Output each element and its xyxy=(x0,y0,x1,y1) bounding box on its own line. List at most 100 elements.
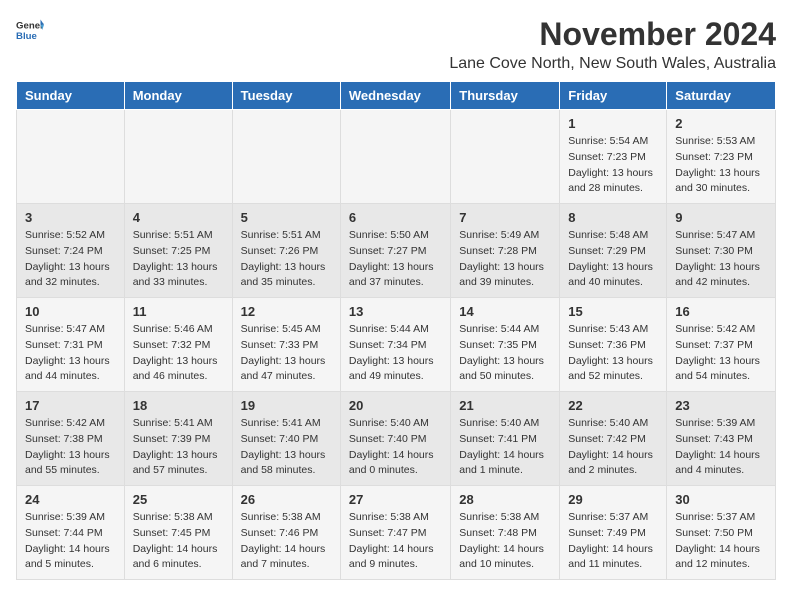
day-number: 14 xyxy=(459,304,551,319)
calendar-cell: 19 Sunrise: 5:41 AM Sunset: 7:40 PM Dayli… xyxy=(232,392,340,486)
location-title: Lane Cove North, New South Wales, Austra… xyxy=(449,55,776,73)
day-number: 5 xyxy=(241,210,332,225)
day-info: Sunrise: 5:40 AM Sunset: 7:41 PM Dayligh… xyxy=(459,416,551,479)
day-number: 29 xyxy=(568,492,658,507)
week-row-3: 10 Sunrise: 5:47 AM Sunset: 7:31 PM Dayli… xyxy=(17,298,776,392)
week-row-5: 24 Sunrise: 5:39 AM Sunset: 7:44 PM Dayli… xyxy=(17,486,776,580)
day-number: 6 xyxy=(349,210,442,225)
calendar-cell: 4 Sunrise: 5:51 AM Sunset: 7:25 PM Daylig… xyxy=(124,204,232,298)
weekday-header-thursday: Thursday xyxy=(451,82,560,110)
calendar-cell: 22Sunrise: 5:40 AM Sunset: 7:42 PM Dayli… xyxy=(560,392,667,486)
calendar-cell: 6 Sunrise: 5:50 AM Sunset: 7:27 PM Daylig… xyxy=(340,204,450,298)
calendar-cell: 24 Sunrise: 5:39 AM Sunset: 7:44 PM Dayli… xyxy=(17,486,125,580)
weekday-header-row: SundayMondayTuesdayWednesdayThursdayFrid… xyxy=(17,82,776,110)
calendar-cell: 3 Sunrise: 5:52 AM Sunset: 7:24 PM Daylig… xyxy=(17,204,125,298)
day-info: Sunrise: 5:37 AM Sunset: 7:50 PM Dayligh… xyxy=(675,510,767,573)
calendar-cell xyxy=(124,110,232,204)
day-info: Sunrise: 5:41 AM Sunset: 7:40 PM Dayligh… xyxy=(241,416,332,479)
day-info: Sunrise: 5:42 AM Sunset: 7:37 PM Dayligh… xyxy=(675,322,767,385)
calendar-cell: 17Sunrise: 5:42 AM Sunset: 7:38 PM Dayli… xyxy=(17,392,125,486)
weekday-header-wednesday: Wednesday xyxy=(340,82,450,110)
calendar-cell: 25 Sunrise: 5:38 AM Sunset: 7:45 PM Dayli… xyxy=(124,486,232,580)
calendar-cell: 28 Sunrise: 5:38 AM Sunset: 7:48 PM Dayli… xyxy=(451,486,560,580)
day-info: Sunrise: 5:38 AM Sunset: 7:45 PM Dayligh… xyxy=(133,510,224,573)
calendar-cell: 18Sunrise: 5:41 AM Sunset: 7:39 PM Dayli… xyxy=(124,392,232,486)
svg-text:Blue: Blue xyxy=(16,31,37,42)
calendar-cell: 9Sunrise: 5:47 AM Sunset: 7:30 PM Daylig… xyxy=(667,204,776,298)
day-info: Sunrise: 5:38 AM Sunset: 7:47 PM Dayligh… xyxy=(349,510,442,573)
calendar-cell: 1 Sunrise: 5:54 AM Sunset: 7:23 PM Daylig… xyxy=(560,110,667,204)
svg-text:General: General xyxy=(16,20,44,31)
title-area: November 2024 Lane Cove North, New South… xyxy=(449,16,776,73)
day-info: Sunrise: 5:54 AM Sunset: 7:23 PM Dayligh… xyxy=(568,134,658,197)
day-number: 30 xyxy=(675,492,767,507)
calendar-cell: 15 Sunrise: 5:43 AM Sunset: 7:36 PM Dayli… xyxy=(560,298,667,392)
day-number: 28 xyxy=(459,492,551,507)
calendar-cell: 2Sunrise: 5:53 AM Sunset: 7:23 PM Daylig… xyxy=(667,110,776,204)
day-number: 4 xyxy=(133,210,224,225)
calendar-cell: 14 Sunrise: 5:44 AM Sunset: 7:35 PM Dayli… xyxy=(451,298,560,392)
week-row-1: 1 Sunrise: 5:54 AM Sunset: 7:23 PM Daylig… xyxy=(17,110,776,204)
day-info: Sunrise: 5:39 AM Sunset: 7:43 PM Dayligh… xyxy=(675,416,767,479)
day-info: Sunrise: 5:40 AM Sunset: 7:42 PM Dayligh… xyxy=(568,416,658,479)
calendar-cell: 10 Sunrise: 5:47 AM Sunset: 7:31 PM Dayli… xyxy=(17,298,125,392)
day-number: 12 xyxy=(241,304,332,319)
calendar-cell: 21 Sunrise: 5:40 AM Sunset: 7:41 PM Dayli… xyxy=(451,392,560,486)
calendar: SundayMondayTuesdayWednesdayThursdayFrid… xyxy=(16,81,776,580)
day-number: 20 xyxy=(349,398,442,413)
day-number: 16 xyxy=(675,304,767,319)
calendar-cell: 27 Sunrise: 5:38 AM Sunset: 7:47 PM Dayli… xyxy=(340,486,450,580)
day-number: 9 xyxy=(675,210,767,225)
week-row-4: 17Sunrise: 5:42 AM Sunset: 7:38 PM Dayli… xyxy=(17,392,776,486)
day-number: 27 xyxy=(349,492,442,507)
day-number: 19 xyxy=(241,398,332,413)
calendar-cell xyxy=(17,110,125,204)
day-number: 8 xyxy=(568,210,658,225)
day-number: 26 xyxy=(241,492,332,507)
day-number: 21 xyxy=(459,398,551,413)
calendar-cell: 8 Sunrise: 5:48 AM Sunset: 7:29 PM Daylig… xyxy=(560,204,667,298)
day-info: Sunrise: 5:45 AM Sunset: 7:33 PM Dayligh… xyxy=(241,322,332,385)
day-info: Sunrise: 5:49 AM Sunset: 7:28 PM Dayligh… xyxy=(459,228,551,291)
day-info: Sunrise: 5:51 AM Sunset: 7:25 PM Dayligh… xyxy=(133,228,224,291)
day-info: Sunrise: 5:40 AM Sunset: 7:40 PM Dayligh… xyxy=(349,416,442,479)
header: General Blue November 2024 Lane Cove Nor… xyxy=(16,16,776,73)
calendar-cell: 11 Sunrise: 5:46 AM Sunset: 7:32 PM Dayli… xyxy=(124,298,232,392)
weekday-header-saturday: Saturday xyxy=(667,82,776,110)
calendar-cell: 7Sunrise: 5:49 AM Sunset: 7:28 PM Daylig… xyxy=(451,204,560,298)
day-info: Sunrise: 5:43 AM Sunset: 7:36 PM Dayligh… xyxy=(568,322,658,385)
weekday-header-tuesday: Tuesday xyxy=(232,82,340,110)
calendar-cell: 5 Sunrise: 5:51 AM Sunset: 7:26 PM Daylig… xyxy=(232,204,340,298)
weekday-header-sunday: Sunday xyxy=(17,82,125,110)
day-info: Sunrise: 5:53 AM Sunset: 7:23 PM Dayligh… xyxy=(675,134,767,197)
day-info: Sunrise: 5:39 AM Sunset: 7:44 PM Dayligh… xyxy=(25,510,116,573)
calendar-cell: 13Sunrise: 5:44 AM Sunset: 7:34 PM Dayli… xyxy=(340,298,450,392)
calendar-cell: 29 Sunrise: 5:37 AM Sunset: 7:49 PM Dayli… xyxy=(560,486,667,580)
day-info: Sunrise: 5:41 AM Sunset: 7:39 PM Dayligh… xyxy=(133,416,224,479)
generalblue-logo-icon: General Blue xyxy=(16,16,44,44)
day-info: Sunrise: 5:46 AM Sunset: 7:32 PM Dayligh… xyxy=(133,322,224,385)
day-info: Sunrise: 5:51 AM Sunset: 7:26 PM Dayligh… xyxy=(241,228,332,291)
day-info: Sunrise: 5:47 AM Sunset: 7:31 PM Dayligh… xyxy=(25,322,116,385)
day-number: 11 xyxy=(133,304,224,319)
day-number: 13 xyxy=(349,304,442,319)
day-number: 24 xyxy=(25,492,116,507)
day-info: Sunrise: 5:38 AM Sunset: 7:48 PM Dayligh… xyxy=(459,510,551,573)
calendar-cell: 26Sunrise: 5:38 AM Sunset: 7:46 PM Dayli… xyxy=(232,486,340,580)
day-info: Sunrise: 5:50 AM Sunset: 7:27 PM Dayligh… xyxy=(349,228,442,291)
day-info: Sunrise: 5:37 AM Sunset: 7:49 PM Dayligh… xyxy=(568,510,658,573)
day-number: 25 xyxy=(133,492,224,507)
weekday-header-monday: Monday xyxy=(124,82,232,110)
day-number: 15 xyxy=(568,304,658,319)
calendar-cell xyxy=(451,110,560,204)
weekday-header-friday: Friday xyxy=(560,82,667,110)
month-title: November 2024 xyxy=(449,16,776,53)
day-info: Sunrise: 5:52 AM Sunset: 7:24 PM Dayligh… xyxy=(25,228,116,291)
day-info: Sunrise: 5:48 AM Sunset: 7:29 PM Dayligh… xyxy=(568,228,658,291)
day-number: 10 xyxy=(25,304,116,319)
calendar-cell: 30 Sunrise: 5:37 AM Sunset: 7:50 PM Dayli… xyxy=(667,486,776,580)
day-info: Sunrise: 5:44 AM Sunset: 7:35 PM Dayligh… xyxy=(459,322,551,385)
day-number: 3 xyxy=(25,210,116,225)
calendar-cell xyxy=(232,110,340,204)
day-number: 1 xyxy=(568,116,658,131)
